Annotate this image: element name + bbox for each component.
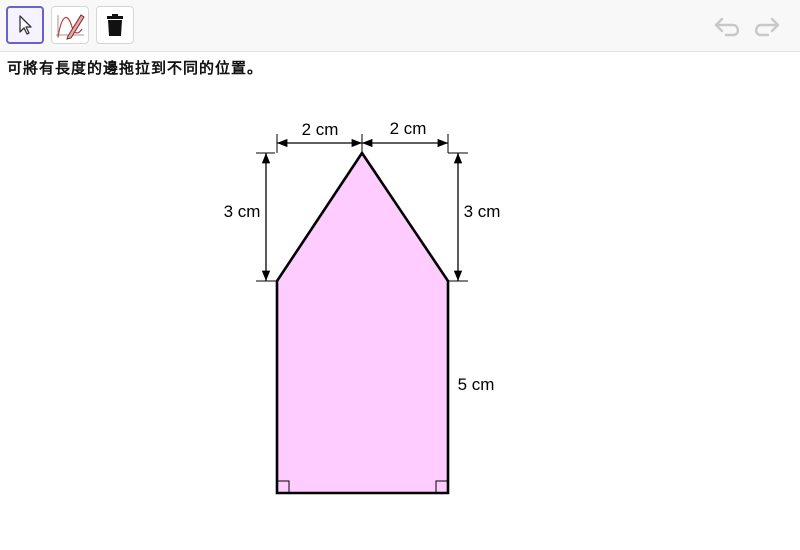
pen-tool-button[interactable] [51,6,89,44]
pentagon-figure[interactable] [275,150,450,495]
trash-icon [107,14,123,36]
label-right-height: 3 cm [464,202,501,221]
cursor-arrow-icon [19,15,32,35]
pen-graph-icon [56,14,85,40]
undo-icon [714,17,740,37]
redo-icon [754,17,780,37]
label-right-side: 5 cm [458,375,495,394]
toolbar [0,0,800,52]
label-left-height: 3 cm [224,202,261,221]
label-top-left-width: 2 cm [302,120,339,139]
undo-button[interactable] [713,13,743,39]
move-tool-button[interactable] [6,6,44,44]
delete-tool-button[interactable] [96,6,134,44]
redo-button[interactable] [751,13,781,39]
geometry-canvas: 2 cm 2 cm 3 cm 3 cm 5 cm [224,119,501,495]
label-top-right-width: 2 cm [390,119,427,138]
